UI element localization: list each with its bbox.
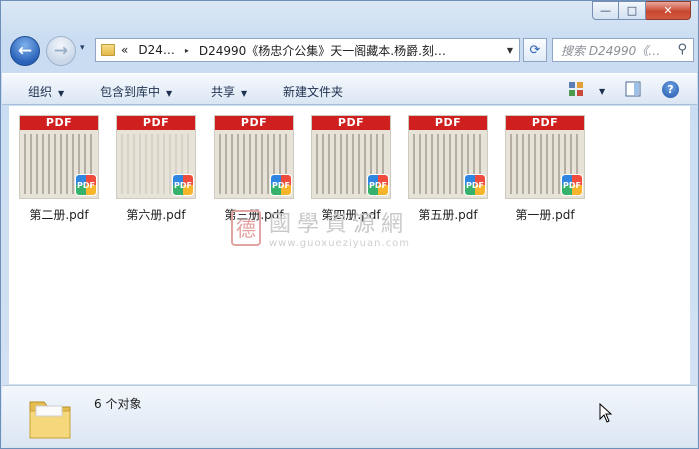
navigation-bar: ← → ▾ « D24… ▸ D24990《杨忠介公集》天一阁藏本.杨爵.刻… … [7, 34, 694, 66]
chevron-down-icon: ▼ [58, 89, 65, 98]
view-options-dropdown[interactable]: ▼ [593, 83, 605, 97]
pdf-label: PDF [506, 116, 584, 130]
close-button[interactable]: ✕ [646, 1, 691, 20]
chevron-down-icon: ▼ [599, 87, 606, 96]
chevron-down-icon: ▼ [166, 89, 173, 98]
pdf-thumbnail: PDF PDF [19, 115, 99, 199]
organize-label: 组织 [28, 85, 53, 99]
mouse-cursor-icon [599, 403, 613, 423]
file-item[interactable]: PDF PDF 第一册.pdf [504, 115, 586, 223]
pdf-thumbnail: PDF PDF [505, 115, 585, 199]
file-item[interactable]: PDF PDF 第六册.pdf [115, 115, 197, 223]
organize-menu[interactable]: 组织 ▼ [28, 83, 64, 100]
breadcrumb-item-parent[interactable]: D24… [138, 43, 175, 57]
address-bar[interactable]: « D24… ▸ D24990《杨忠介公集》天一阁藏本.杨爵.刻… ▼ [95, 38, 520, 62]
details-pane: 6 个对象 [2, 385, 697, 447]
recent-pages-dropdown[interactable]: ▾ [80, 43, 85, 53]
include-in-library-label: 包含到库中 [100, 85, 161, 99]
folder-icon [29, 401, 71, 439]
new-folder-label: 新建文件夹 [283, 85, 344, 99]
watermark-url: www.guoxueziyuan.com [269, 238, 410, 249]
pdf-app-icon: PDF [270, 174, 292, 196]
pdf-app-icon: PDF [561, 174, 583, 196]
pdf-app-icon: PDF [367, 174, 389, 196]
maximize-button[interactable]: □ [619, 1, 646, 20]
pdf-app-icon: PDF [172, 174, 194, 196]
pdf-label: PDF [312, 116, 390, 130]
file-name: 第一册.pdf [515, 208, 575, 222]
search-placeholder: 搜索 D24990《… [561, 43, 661, 58]
item-count: 6 个对象 [94, 397, 142, 411]
caption-buttons: — □ ✕ [592, 1, 691, 20]
pdf-thumbnail: PDF PDF [214, 115, 294, 199]
file-name: 第五册.pdf [418, 208, 478, 222]
back-button[interactable]: ← [10, 36, 40, 66]
change-view-icon[interactable] [568, 81, 584, 97]
pdf-thumbnail: PDF PDF [116, 115, 196, 199]
pdf-app-icon: PDF [75, 174, 97, 196]
pdf-label: PDF [409, 116, 487, 130]
pdf-label: PDF [20, 116, 98, 130]
pdf-thumbnail: PDF PDF [311, 115, 391, 199]
help-icon[interactable]: ? [662, 81, 679, 98]
file-name: 第二册.pdf [29, 208, 89, 222]
share-menu[interactable]: 共享 ▼ [211, 83, 247, 100]
pdf-label: PDF [117, 116, 195, 130]
forward-button[interactable]: → [46, 36, 76, 66]
search-input[interactable]: 搜索 D24990《… ⚲ [552, 38, 694, 62]
file-item[interactable]: PDF PDF 第五册.pdf [407, 115, 489, 223]
refresh-button[interactable]: ⟳ [523, 38, 547, 62]
pdf-label: PDF [215, 116, 293, 130]
new-folder-button[interactable]: 新建文件夹 [283, 83, 343, 100]
command-bar: 组织 ▼ 包含到库中 ▼ 共享 ▼ 新建文件夹 ▼ ? [2, 73, 697, 105]
watermark-seal: 德 [231, 209, 261, 246]
breadcrumb-separator-icon[interactable]: ▸ [185, 46, 189, 55]
file-item[interactable]: PDF PDF 第二册.pdf [18, 115, 100, 223]
file-name: 第六册.pdf [126, 208, 186, 222]
pdf-thumbnail: PDF PDF [408, 115, 488, 199]
watermark: 德 國學資源網 www.guoxueziyuan.com [231, 206, 410, 249]
watermark-title: 國學資源網 [269, 212, 410, 237]
address-history-dropdown[interactable]: ▼ [507, 46, 513, 55]
chevron-down-icon: ▼ [241, 89, 248, 98]
include-in-library-menu[interactable]: 包含到库中 ▼ [100, 83, 172, 100]
pdf-app-icon: PDF [464, 174, 486, 196]
folder-icon [101, 44, 115, 56]
share-label: 共享 [211, 85, 236, 99]
search-icon[interactable]: ⚲ [677, 42, 687, 57]
preview-pane-icon[interactable] [625, 81, 641, 97]
address-overflow-chevron[interactable]: « [121, 43, 128, 57]
explorer-window: — □ ✕ ← → ▾ « D24… ▸ D24990《杨忠介公集》天一阁藏本.… [0, 0, 699, 449]
minimize-button[interactable]: — [592, 1, 619, 20]
breadcrumb-item-current[interactable]: D24990《杨忠介公集》天一阁藏本.杨爵.刻… [199, 42, 446, 59]
